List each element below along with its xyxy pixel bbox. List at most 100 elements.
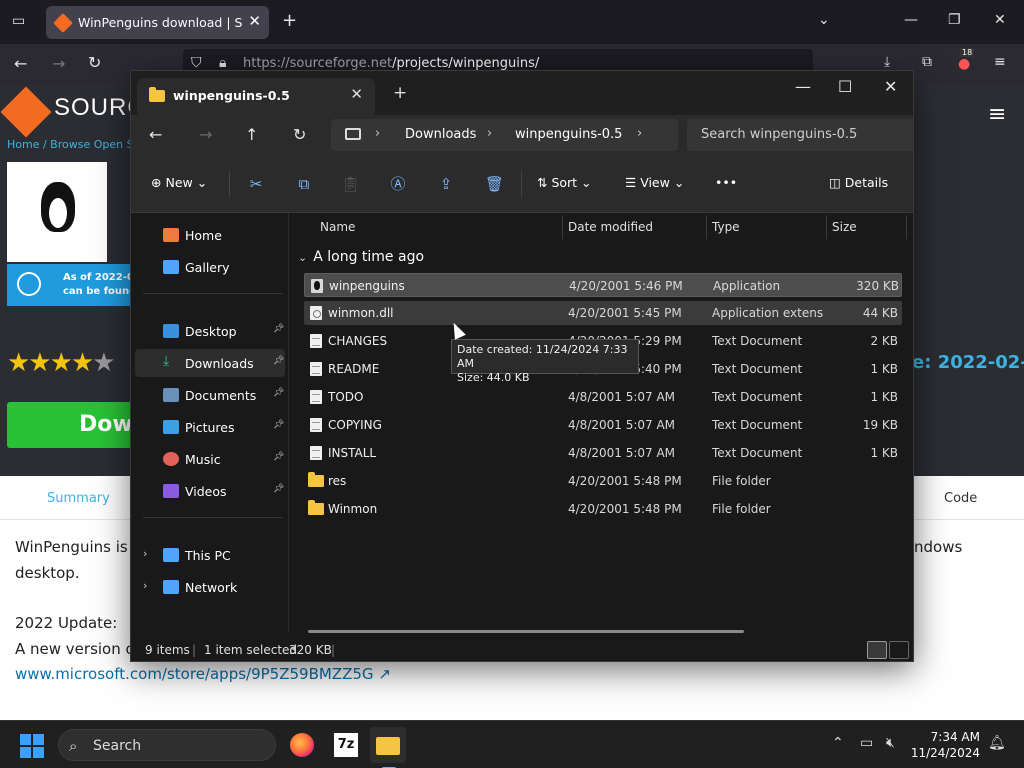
column-header-name[interactable]: Name — [314, 213, 562, 241]
7zip-icon[interactable] — [328, 727, 364, 763]
up-icon[interactable]: ↑ — [245, 125, 258, 144]
details-view-icon[interactable] — [867, 641, 887, 659]
folder-row[interactable]: Winmon 4/20/2001 5:48 PM File folder — [304, 497, 902, 521]
pin-icon[interactable]: 📌︎ — [273, 452, 284, 462]
details-button[interactable]: ◫ Details — [829, 175, 888, 190]
chevron-right-icon[interactable]: › — [637, 126, 642, 141]
cut-icon[interactable]: ✂ — [247, 175, 265, 193]
column-header-type[interactable]: Type — [706, 213, 826, 241]
tab-summary[interactable]: Summary — [47, 491, 110, 506]
tab-code[interactable]: Code — [944, 491, 977, 506]
store-link[interactable]: www.microsoft.com/store/apps/9P5Z59BMZZ5… — [15, 665, 391, 683]
breadcrumb[interactable]: Home / Browse Open So — [7, 138, 140, 151]
list-tabs-chevron-icon[interactable]: ⌄ — [818, 12, 830, 28]
close-explorer-tab-icon[interactable]: ✕ — [350, 85, 363, 103]
new-button[interactable]: ⊕ New ⌄ — [151, 175, 207, 190]
file-row[interactable]: INSTALL 4/8/2001 5:07 AM Text Document 1… — [304, 441, 902, 465]
extensions-icon[interactable]: ⧉ — [922, 54, 932, 70]
new-explorer-tab-icon[interactable]: + — [393, 83, 407, 103]
nav-item-network[interactable]: › Network — [135, 573, 285, 601]
reload-icon[interactable]: ↻ — [88, 53, 101, 72]
minimize-icon[interactable]: — — [795, 77, 811, 96]
file-row[interactable]: COPYING 4/8/2001 5:07 AM Text Document 1… — [304, 413, 902, 437]
restore-browser-icon[interactable]: ❐ — [948, 12, 961, 28]
column-header-date[interactable]: Date modified — [562, 213, 706, 241]
file-row[interactable]: TODO 4/8/2001 5:07 AM Text Document 1 KB — [304, 385, 902, 409]
firefox-icon[interactable] — [284, 727, 320, 763]
downloads-icon[interactable]: ⤓ — [884, 54, 890, 70]
copy-icon[interactable]: ⧉ — [295, 175, 313, 193]
system-clock[interactable]: 7:34 AM 11/24/2024 — [910, 729, 980, 761]
store-link-text[interactable]: www.microsoft.com/store/apps/9P5Z59BMZZ5… — [15, 665, 374, 683]
explorer-tab[interactable]: winpenguins-0.5 ✕ — [137, 78, 375, 115]
chevron-right-icon[interactable]: › — [487, 126, 492, 141]
nav-item-gallery[interactable]: Gallery — [135, 253, 285, 281]
more-options-button[interactable]: ••• — [715, 175, 737, 190]
folder-row[interactable]: res 4/20/2001 5:48 PM File folder — [304, 469, 902, 493]
nav-item-home[interactable]: Home — [135, 221, 285, 249]
share-icon[interactable]: ⇪ — [437, 175, 455, 193]
pin-icon[interactable]: 📌︎ — [273, 484, 284, 494]
sourceforge-logo-icon[interactable] — [0, 86, 52, 138]
delete-icon[interactable]: 🗑︎ — [485, 175, 504, 193]
close-browser-icon[interactable]: ✕ — [994, 12, 1006, 28]
search-placeholder[interactable]: Search winpenguins-0.5 — [701, 127, 857, 142]
view-button[interactable]: ☰ View ⌄ — [625, 175, 684, 190]
nav-item-documents[interactable]: Documents 📌︎ — [135, 381, 285, 409]
file-row[interactable]: winmon.dll 4/20/2001 5:45 PM Application… — [304, 301, 902, 325]
chevron-up-icon[interactable]: ⌃ — [832, 735, 844, 751]
addon-icon[interactable]: ● — [958, 56, 970, 72]
new-tab-icon[interactable]: + — [282, 10, 297, 31]
minimize-browser-icon[interactable]: — — [904, 12, 918, 28]
sort-button[interactable]: ⇅ Sort ⌄ — [537, 175, 592, 190]
taskbar-search[interactable]: ⌕ Search — [58, 729, 276, 761]
notification-bell-icon[interactable]: 🔔︎ — [988, 735, 1006, 751]
breadcrumb-downloads[interactable]: Downloads — [405, 127, 476, 142]
pin-icon[interactable]: 📌︎ — [273, 388, 284, 398]
nav-item-videos[interactable]: Videos 📌︎ — [135, 477, 285, 505]
forward-icon[interactable]: → — [52, 54, 65, 73]
url-text[interactable]: https://sourceforge.net/projects/winpeng… — [243, 56, 539, 71]
back-icon[interactable]: ← — [149, 125, 162, 144]
group-header[interactable]: ⌄ A long time ago — [298, 249, 424, 265]
maximize-icon[interactable]: ☐ — [838, 77, 852, 96]
pin-icon[interactable]: 📌︎ — [273, 356, 284, 366]
search-box[interactable]: Search winpenguins-0.5 — [687, 119, 913, 151]
column-header-size[interactable]: Size — [826, 213, 906, 241]
back-icon[interactable]: ← — [14, 54, 27, 73]
refresh-icon[interactable]: ↻ — [293, 125, 306, 144]
nav-item-pictures[interactable]: Pictures 📌︎ — [135, 413, 285, 441]
nav-item-music[interactable]: Music 📌︎ — [135, 445, 285, 473]
menu-icon[interactable]: ≡ — [994, 54, 1006, 70]
pin-icon[interactable]: 📌︎ — [273, 420, 284, 430]
nav-item-desktop[interactable]: Desktop 📌︎ — [135, 317, 285, 345]
forward-icon[interactable]: → — [199, 125, 212, 144]
nav-item-this-pc[interactable]: › This PC — [135, 541, 285, 569]
paste-icon[interactable]: 📋︎ — [341, 175, 360, 193]
windows-start-icon[interactable] — [20, 734, 44, 758]
close-window-icon[interactable]: ✕ — [884, 77, 897, 96]
lock-icon[interactable]: 🔒︎ — [219, 55, 226, 71]
rename-icon[interactable]: Ⓐ — [389, 175, 407, 193]
tab-list-icon[interactable]: ▭ — [12, 13, 25, 29]
file-row[interactable]: winpenguins 4/20/2001 5:46 PM Applicatio… — [304, 273, 902, 297]
address-bar[interactable]: › Downloads › winpenguins-0.5 › — [331, 119, 678, 151]
browser-tab-sourceforge[interactable]: WinPenguins download | SourceForge.net ✕ — [46, 6, 269, 39]
download-button[interactable]: Dow — [7, 402, 133, 448]
column-divider[interactable] — [906, 215, 907, 239]
chevron-right-icon[interactable]: › — [375, 126, 380, 141]
breadcrumb-winpenguins[interactable]: winpenguins-0.5 — [515, 127, 622, 142]
close-tab-icon[interactable]: ✕ — [248, 12, 261, 30]
pin-icon[interactable]: 📌︎ — [273, 324, 284, 334]
tiles-view-icon[interactable] — [889, 641, 909, 659]
network-muted-icon[interactable]: 🔇︎ — [886, 735, 895, 751]
file-explorer-icon[interactable] — [370, 727, 406, 768]
notice-banner[interactable]: As of 2022-0 can be found — [7, 264, 136, 306]
expand-chevron-icon[interactable]: › — [143, 579, 147, 592]
expand-chevron-icon[interactable]: › — [143, 547, 147, 560]
nav-item-downloads[interactable]: ⤓ Downloads 📌︎ — [135, 349, 285, 377]
horizontal-scrollbar[interactable] — [308, 630, 744, 633]
shield-icon[interactable]: ⛉ — [191, 55, 202, 71]
site-menu-icon[interactable]: ≡ — [988, 102, 1006, 127]
device-icon[interactable]: ▭ — [860, 735, 873, 751]
